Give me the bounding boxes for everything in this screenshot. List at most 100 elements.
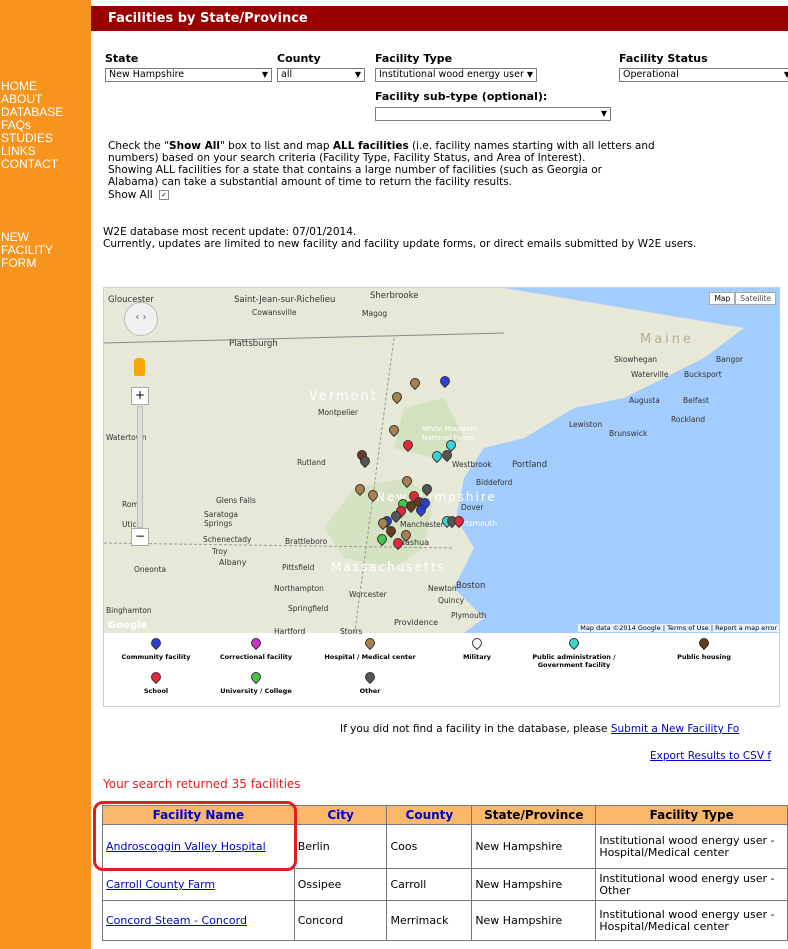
nav-contact[interactable]: CONTACT xyxy=(0,158,63,171)
map-label: Saint-Jean-sur-Richelieu xyxy=(234,295,336,305)
legend-marker-icon xyxy=(566,635,582,651)
map-label: Biddeford xyxy=(476,478,513,487)
legend-marker-icon xyxy=(148,669,164,685)
legend-item: Correctional facility xyxy=(206,635,306,661)
map-label: Dover xyxy=(461,503,484,512)
instructions-text: Check the "Show All" box to list and map… xyxy=(108,140,655,201)
facility-subtype-select[interactable]: ▼ xyxy=(375,107,611,121)
map-label: Plattsburgh xyxy=(229,339,278,349)
show-all-row: Show All ✓ xyxy=(108,189,655,201)
map-label: Cowansville xyxy=(252,308,297,317)
col-county[interactable]: County xyxy=(386,805,473,825)
zoom-out-button[interactable]: − xyxy=(131,528,149,546)
facility-status-value: Operational xyxy=(623,69,679,80)
map-label: Springfield xyxy=(288,604,329,613)
pan-control[interactable]: ‹ › xyxy=(124,302,158,336)
pan-arrows-icon: ‹ › xyxy=(135,312,147,323)
city-cell: Concord xyxy=(293,900,388,941)
map-label: Bucksport xyxy=(684,370,722,379)
facility-subtype-label: Facility sub-type (optional): xyxy=(375,90,548,103)
all-facilities-emphasis: ALL facilities xyxy=(332,140,409,152)
chevron-down-icon: ▼ xyxy=(354,70,361,79)
map-button[interactable]: Map xyxy=(709,292,736,305)
facility-status-select[interactable]: Operational ▼ xyxy=(619,68,788,82)
submit-new-facility-link[interactable]: Submit a New Facility Fo xyxy=(611,723,739,735)
map-attribution: Map data ©2014 Google | Terms of Use | R… xyxy=(578,624,779,632)
legend-item: Hospital / Medical center xyxy=(320,635,420,661)
facility-link[interactable]: Carroll County Farm xyxy=(106,878,215,891)
facility-link[interactable]: Concord Steam - Concord xyxy=(106,914,247,927)
map-label: Hartford xyxy=(274,627,306,636)
legend-label: Public housing xyxy=(677,653,731,661)
update-date: W2E database most recent update: 07/01/2… xyxy=(103,226,357,238)
map-label: Maine xyxy=(640,332,695,347)
state-select[interactable]: New Hampshire ▼ xyxy=(105,68,272,82)
county-label: County xyxy=(277,52,321,65)
map-report-link[interactable]: Report a map error xyxy=(715,624,777,632)
facility-type-select[interactable]: Institutional wood energy user ▼ xyxy=(375,68,537,82)
county-select[interactable]: all ▼ xyxy=(277,68,365,82)
satellite-button[interactable]: Satellite xyxy=(735,292,776,305)
map-label: Magog xyxy=(362,309,388,318)
show-all-checkbox[interactable]: ✓ xyxy=(159,190,170,200)
type-cell: Institutional wood energy user - Hospita… xyxy=(595,900,788,941)
map-label: Pittsfield xyxy=(282,563,315,572)
facility-map[interactable]: Gloucester Saint-Jean-sur-Richelieu Sher… xyxy=(103,287,780,707)
map-label: Worcester xyxy=(349,590,387,599)
map-label: Newton xyxy=(428,584,457,593)
zoom-in-button[interactable]: + xyxy=(131,387,149,405)
map-label: Sherbrooke xyxy=(370,291,419,301)
map-label: Rockland xyxy=(671,415,706,424)
map-label: Lewiston xyxy=(569,420,603,429)
facility-type-label: Facility Type xyxy=(375,52,453,65)
sort-city-link[interactable]: City xyxy=(327,808,353,822)
instructions-line-3: Showing ALL facilities for a state that … xyxy=(108,164,602,176)
map-label: Brunswick xyxy=(609,429,648,438)
submit-facility-line: If you did not find a facility in the da… xyxy=(340,723,739,735)
legend-marker-icon xyxy=(696,635,712,651)
map-label: Westbrook xyxy=(452,460,492,469)
county-cell: Carroll xyxy=(386,868,473,901)
type-cell: Institutional wood energy user - Hospita… xyxy=(595,824,788,869)
map-label: Albany xyxy=(219,558,247,567)
map-label: Skowhegan xyxy=(614,355,658,364)
zoom-slider[interactable] xyxy=(137,406,143,528)
county-select-value: all xyxy=(281,69,293,80)
legend-item: Community facility xyxy=(106,635,206,661)
legend-item: Military xyxy=(427,635,527,661)
map-label: Vermont xyxy=(309,389,378,404)
map-label: Augusta xyxy=(629,396,660,405)
county-cell: Merrimack xyxy=(386,900,473,941)
legend-marker-icon xyxy=(469,635,485,651)
legend-label: University / College xyxy=(220,687,292,695)
instructions-line-1a: Check the " xyxy=(108,140,170,152)
sidebar: HOME ABOUT DATABASE FAQs STUDIES LINKS C… xyxy=(0,0,91,949)
new-facility-form-link[interactable]: NEW FACILITY FORM xyxy=(0,231,53,270)
instructions-line-1c: (i.e. facility names starting with all l… xyxy=(408,140,655,152)
chevron-down-icon: ▼ xyxy=(600,109,607,118)
map-label: Montpelier xyxy=(318,408,358,417)
map-label: New Hampshire xyxy=(376,490,497,504)
legend-label: Hospital / Medical center xyxy=(324,653,416,661)
chevron-down-icon: ▼ xyxy=(526,70,533,79)
instructions-line-1: Check the "Show All" box to list and map… xyxy=(108,140,655,152)
map-label: Massachusetts xyxy=(331,560,446,574)
instructions-line-2: numbers) based on your search criteria (… xyxy=(108,152,586,164)
update-notice: W2E database most recent update: 07/01/2… xyxy=(103,226,696,250)
sort-county-link[interactable]: County xyxy=(406,808,454,822)
col-state: State/Province xyxy=(471,805,597,825)
city-cell: Berlin xyxy=(293,824,388,869)
col-city[interactable]: City xyxy=(293,805,388,825)
map-type-toggle: Map Satellite xyxy=(709,292,776,305)
map-label: Rutland xyxy=(297,458,326,467)
map-label: Binghamton xyxy=(106,606,152,615)
state-label: State xyxy=(105,52,139,65)
pegman-icon[interactable] xyxy=(134,358,145,376)
export-csv-link[interactable]: Export Results to CSV f xyxy=(650,750,771,762)
facility-name-cell: Concord Steam - Concord xyxy=(102,900,295,941)
highlight-annotation xyxy=(93,801,297,871)
map-terms-link[interactable]: Terms of Use xyxy=(667,624,709,632)
map-label: Plymouth xyxy=(451,611,487,620)
legend-item: University / College xyxy=(206,669,306,695)
new-facility-line-3[interactable]: FORM xyxy=(0,257,53,270)
